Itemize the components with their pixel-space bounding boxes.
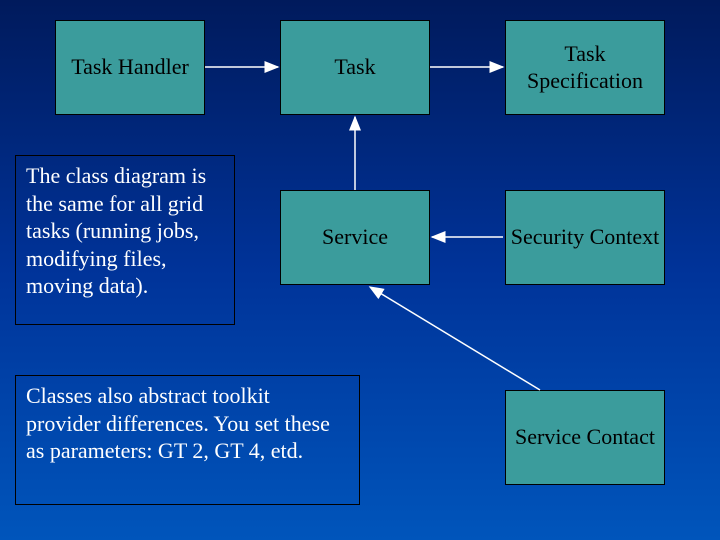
box-task-handler: Task Handler [55,20,205,115]
box-service-label: Service [322,224,388,250]
box-task-handler-label: Task Handler [71,54,189,80]
box-task: Task [280,20,430,115]
box-service-contact: Service Contact [505,390,665,485]
box-service: Service [280,190,430,285]
box-task-label: Task [334,54,375,80]
box-security-context-label: Security Context [511,224,659,250]
arrow-servicecontact-to-service [370,287,540,390]
box-security-context: Security Context [505,190,665,285]
note-class-diagram: The class diagram is the same for all gr… [15,155,235,325]
note-toolkit: Classes also abstract toolkit provider d… [15,375,360,505]
box-task-specification-label: Task Specification [506,41,664,94]
note-class-diagram-text: The class diagram is the same for all gr… [26,163,206,298]
box-task-specification: Task Specification [505,20,665,115]
box-service-contact-label: Service Contact [515,424,655,450]
note-toolkit-text: Classes also abstract toolkit provider d… [26,383,330,463]
